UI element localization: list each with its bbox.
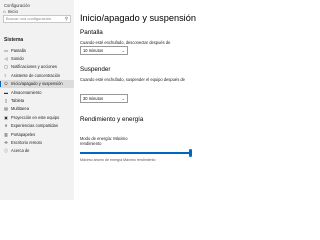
home-icon: ⌂ — [3, 9, 6, 14]
power-mode-label: Modo de energía: Máximo rendimiento — [80, 136, 128, 146]
sidebar-item-pantalla[interactable]: ▭ Pantalla — [0, 46, 74, 54]
sidebar-item-label: Sonido — [11, 56, 24, 62]
page-title: Inicio/apagado y suspensión — [80, 13, 196, 23]
sidebar-item-experiencias[interactable]: ✕ Experiencias compartidas — [0, 122, 74, 130]
sidebar-item-label: Escritorio remoto — [11, 139, 42, 145]
info-icon: ⓘ — [4, 147, 8, 153]
sidebar-item-label: Multitarea — [11, 106, 29, 112]
sidebar-item-inicio-apagado[interactable]: ⏻ Inicio/apagado y suspensión — [0, 79, 74, 88]
sidebar-item-label: Tableta — [11, 98, 25, 104]
project-icon: ▣ — [4, 114, 8, 120]
window-title: Configuración — [4, 3, 30, 8]
remote-icon: ✣ — [4, 139, 8, 145]
sidebar-item-label: Almacenamiento — [11, 89, 42, 95]
speaker-icon: ◁ — [4, 56, 8, 62]
search-input[interactable]: Buscar una configuración ⚲ — [3, 15, 71, 23]
multitask-icon: ▤ — [4, 106, 8, 112]
screen-timeout-value: 10 minutos — [83, 48, 104, 53]
sidebar-item-proyeccion[interactable]: ▣ Proyección en este equipo — [0, 113, 74, 121]
chevron-down-icon: ⌄ — [121, 96, 125, 101]
sidebar-item-concentracion[interactable]: ☾ Asistente de concentración — [0, 71, 74, 79]
sidebar-item-label: Inicio/apagado y suspensión — [11, 81, 63, 87]
sidebar-section-title: Sistema — [4, 37, 24, 43]
home-link[interactable]: ⌂ Inicio — [3, 9, 18, 14]
sleep-timeout-label: Cuando esté enchufado, suspender el equi… — [80, 77, 185, 82]
sidebar-item-almacenamiento[interactable]: ▬ Almacenamiento — [0, 88, 74, 96]
sleep-timeout-value: 30 minutos — [83, 96, 104, 101]
power-mode-slider-fill — [80, 152, 192, 154]
sidebar-item-acerca-de[interactable]: ⓘ Acerca de — [0, 147, 74, 155]
sidebar-item-label: Notificaciones y acciones — [11, 64, 57, 70]
sidebar: Configuración ⌂ Inicio Buscar una config… — [0, 0, 74, 200]
moon-icon: ☾ — [4, 72, 8, 78]
sidebar-item-label: Portapapeles — [11, 131, 36, 137]
sidebar-item-multitarea[interactable]: ▤ Multitarea — [0, 105, 74, 113]
power-mode-slider-thumb[interactable] — [189, 148, 192, 157]
chevron-down-icon: ⌄ — [121, 48, 125, 53]
power-icon: ⏻ — [4, 81, 8, 87]
sidebar-item-escritorio-remoto[interactable]: ✣ Escritorio remoto — [0, 138, 74, 146]
sidebar-item-sonido[interactable]: ◁ Sonido — [0, 54, 74, 62]
search-icon: ⚲ — [64, 16, 68, 21]
sidebar-item-tableta[interactable]: ▯ Tableta — [0, 96, 74, 104]
sidebar-item-label: Proyección en este equipo — [11, 114, 60, 120]
home-label: Inicio — [7, 9, 18, 14]
sidebar-item-portapapeles[interactable]: ▥ Portapapeles — [0, 130, 74, 138]
screen-heading: Pantalla — [80, 29, 103, 36]
sidebar-item-label: Asistente de concentración — [11, 72, 61, 78]
main-content: Inicio/apagado y suspensión Pantalla Cua… — [80, 0, 207, 200]
sleep-heading: Suspender — [80, 66, 111, 73]
storage-icon: ▬ — [4, 89, 8, 95]
clipboard-icon: ▥ — [4, 131, 8, 137]
sidebar-item-label: Experiencias compartidas — [11, 123, 58, 129]
sleep-timeout-dropdown[interactable]: 30 minutos ⌄ — [80, 94, 128, 103]
search-placeholder: Buscar una configuración — [6, 16, 52, 21]
screen-timeout-label: Cuando esté enchufado, desconectar despu… — [80, 40, 171, 45]
sidebar-item-notificaciones[interactable]: ▢ Notificaciones y acciones — [0, 63, 74, 71]
tablet-icon: ▯ — [4, 98, 8, 104]
sidebar-nav: ▭ Pantalla ◁ Sonido ▢ Notificaciones y a… — [0, 46, 74, 155]
power-mode-scale-labels: Máximo ahorro de energía Máximo rendimie… — [80, 158, 156, 162]
performance-heading: Rendimiento y energía — [80, 116, 144, 123]
notifications-icon: ▢ — [4, 64, 8, 70]
display-icon: ▭ — [4, 47, 8, 53]
sidebar-item-label: Pantalla — [11, 47, 26, 53]
screen-timeout-dropdown[interactable]: 10 minutos ⌄ — [80, 46, 128, 55]
sidebar-item-label: Acerca de — [11, 148, 30, 154]
share-icon: ✕ — [4, 123, 8, 129]
